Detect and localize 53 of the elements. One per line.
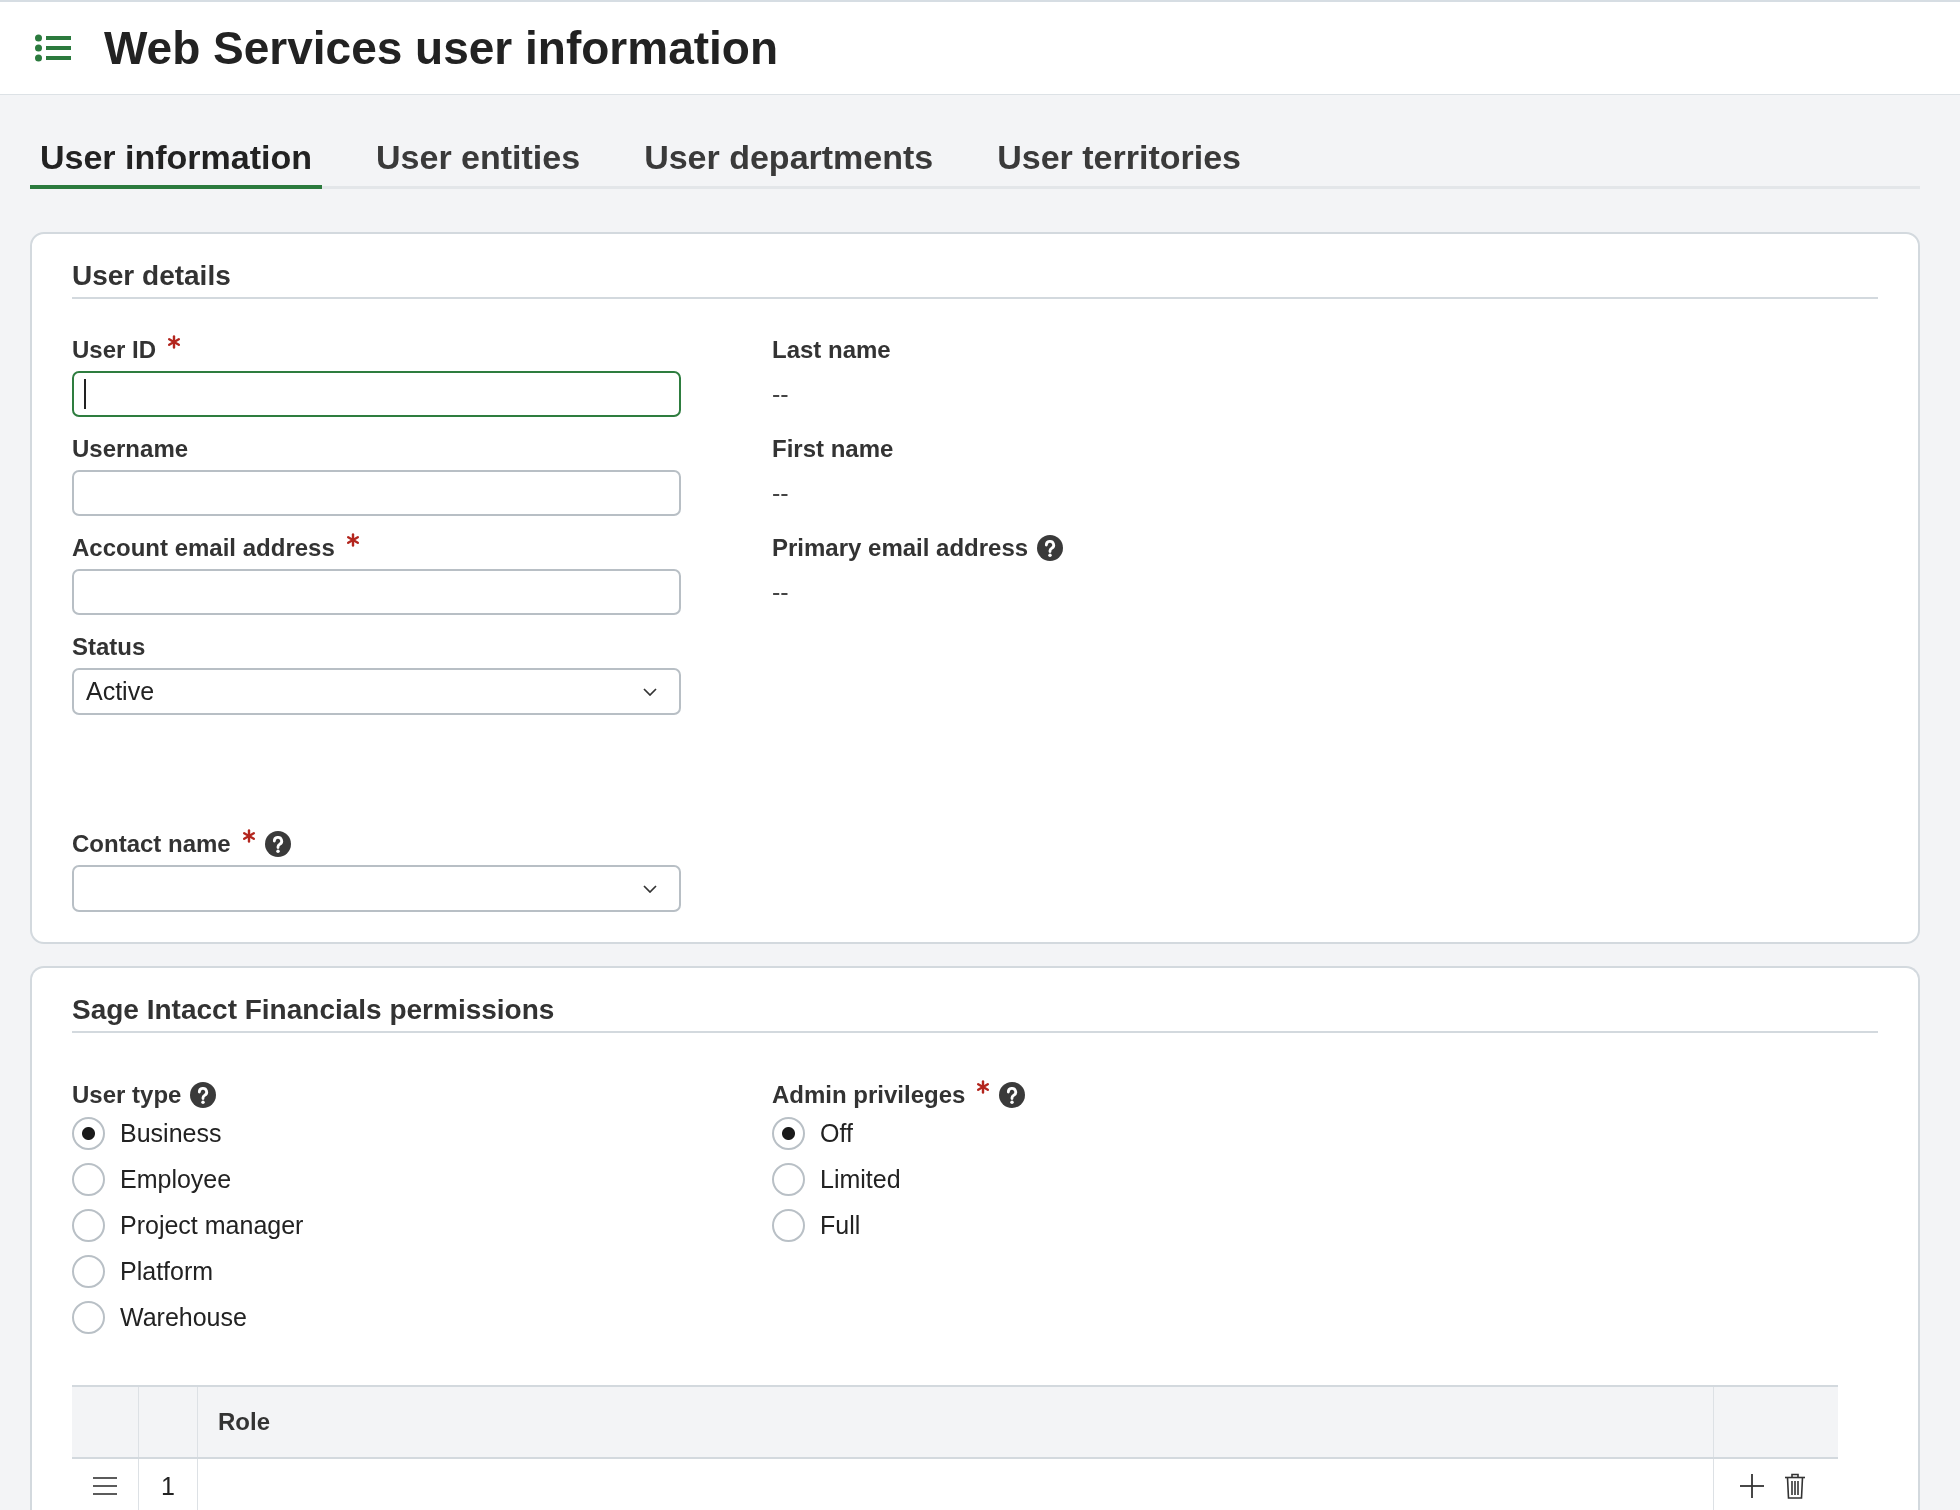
- radio-option[interactable]: Warehouse: [72, 1294, 247, 1340]
- radio-button[interactable]: [72, 1254, 105, 1288]
- field-label: Contact name: [72, 829, 231, 859]
- radio-button[interactable]: [72, 1300, 105, 1334]
- radio-button[interactable]: [772, 1162, 805, 1196]
- column-header: Role: [218, 1408, 270, 1436]
- trash-icon[interactable]: [1784, 1473, 1806, 1499]
- input-field[interactable]: [72, 470, 681, 516]
- hamburger-icon[interactable]: [93, 1477, 117, 1495]
- help-icon[interactable]: [1037, 535, 1064, 561]
- field-label: User ID: [72, 335, 157, 365]
- radio-option[interactable]: Business: [72, 1110, 222, 1156]
- group-label: Admin privileges: [772, 1080, 966, 1110]
- page-title: Web Services user information: [104, 21, 779, 76]
- input-field[interactable]: [72, 569, 681, 615]
- tab[interactable]: User departments: [634, 125, 944, 189]
- field-label: Primary email address: [772, 533, 1029, 563]
- help-icon[interactable]: [264, 831, 291, 857]
- field-value: --: [772, 379, 789, 409]
- radio-option[interactable]: Employee: [72, 1156, 232, 1202]
- section-title: Sage Intacct Financials permissions: [72, 993, 555, 1027]
- radio-button[interactable]: [772, 1116, 805, 1150]
- radio-button[interactable]: [772, 1208, 805, 1242]
- plus-icon[interactable]: [1740, 1474, 1764, 1498]
- tab[interactable]: User territories: [987, 125, 1252, 189]
- row-number: 1: [161, 1471, 175, 1501]
- radio-option[interactable]: Off: [772, 1110, 853, 1156]
- field-label: Status: [72, 632, 146, 662]
- section-title: User details: [72, 259, 231, 293]
- chevron-down-icon: [643, 687, 657, 696]
- tab[interactable]: User information: [30, 125, 323, 189]
- radio-option[interactable]: Limited: [772, 1156, 901, 1202]
- field-value: --: [772, 577, 789, 607]
- radio-button[interactable]: [72, 1208, 105, 1242]
- radio-option[interactable]: Platform: [72, 1248, 214, 1294]
- group-label: User type: [72, 1080, 182, 1110]
- radio-button[interactable]: [72, 1116, 105, 1150]
- list-icon[interactable]: [35, 34, 71, 62]
- radio-option[interactable]: Project manager: [72, 1202, 304, 1248]
- dropdown[interactable]: Active: [72, 668, 681, 715]
- field-label: Username: [72, 434, 189, 464]
- field-label: First name: [772, 434, 894, 464]
- field-label: Account email address: [72, 533, 335, 563]
- tab[interactable]: User entities: [366, 125, 591, 189]
- field-value: --: [772, 478, 789, 508]
- text-cursor-icon: [84, 379, 86, 409]
- input-field[interactable]: [72, 371, 681, 417]
- field-label: Last name: [772, 335, 891, 365]
- help-icon[interactable]: [190, 1082, 217, 1108]
- chevron-down-icon: [643, 884, 657, 893]
- radio-option[interactable]: Full: [772, 1202, 861, 1248]
- radio-button[interactable]: [72, 1162, 105, 1196]
- help-icon[interactable]: [999, 1082, 1026, 1108]
